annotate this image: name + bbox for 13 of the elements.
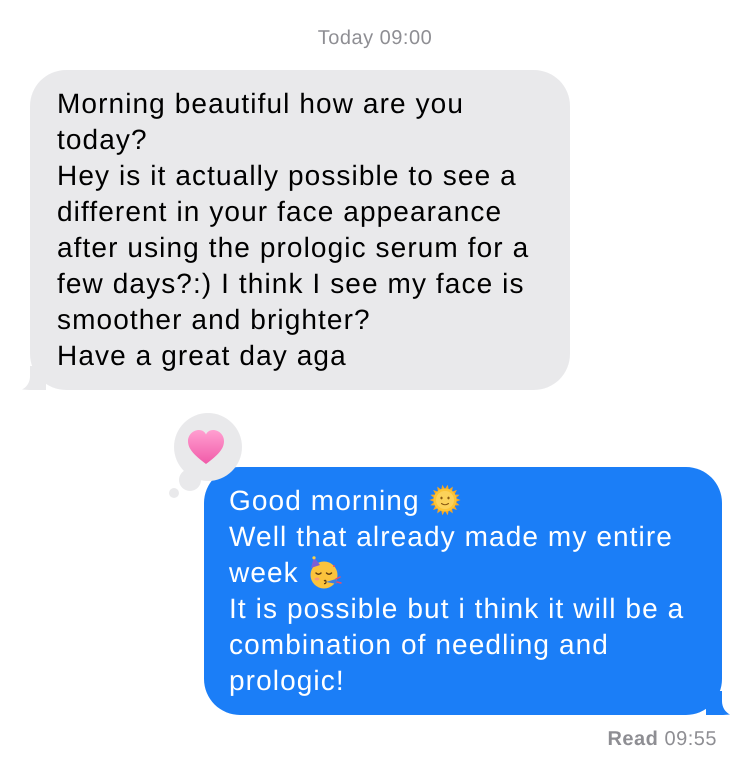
party-face-icon xyxy=(308,556,342,590)
timestamp: Today 09:00 xyxy=(318,26,432,50)
reaction-bubble[interactable] xyxy=(174,413,242,481)
message-text: Hey is it actually possible to see a different in your face appearance after using the prologic serum for a few days?:) I think I see my face is smoother and brighter? xyxy=(57,160,530,335)
heart-icon xyxy=(188,430,224,464)
message-text: Have a great day aga xyxy=(57,340,347,371)
sun-face-icon xyxy=(428,484,461,516)
message-text: Good morning xyxy=(229,485,420,516)
message-text: Morning beautiful how are you today? xyxy=(57,88,464,155)
message-text: Well that already made my entire xyxy=(229,521,673,552)
message-text: It is possible but i think it will be a combination of needling and prologic! xyxy=(229,593,684,696)
read-receipt: Read 09:55 xyxy=(607,727,717,751)
message-text: week xyxy=(229,557,299,588)
